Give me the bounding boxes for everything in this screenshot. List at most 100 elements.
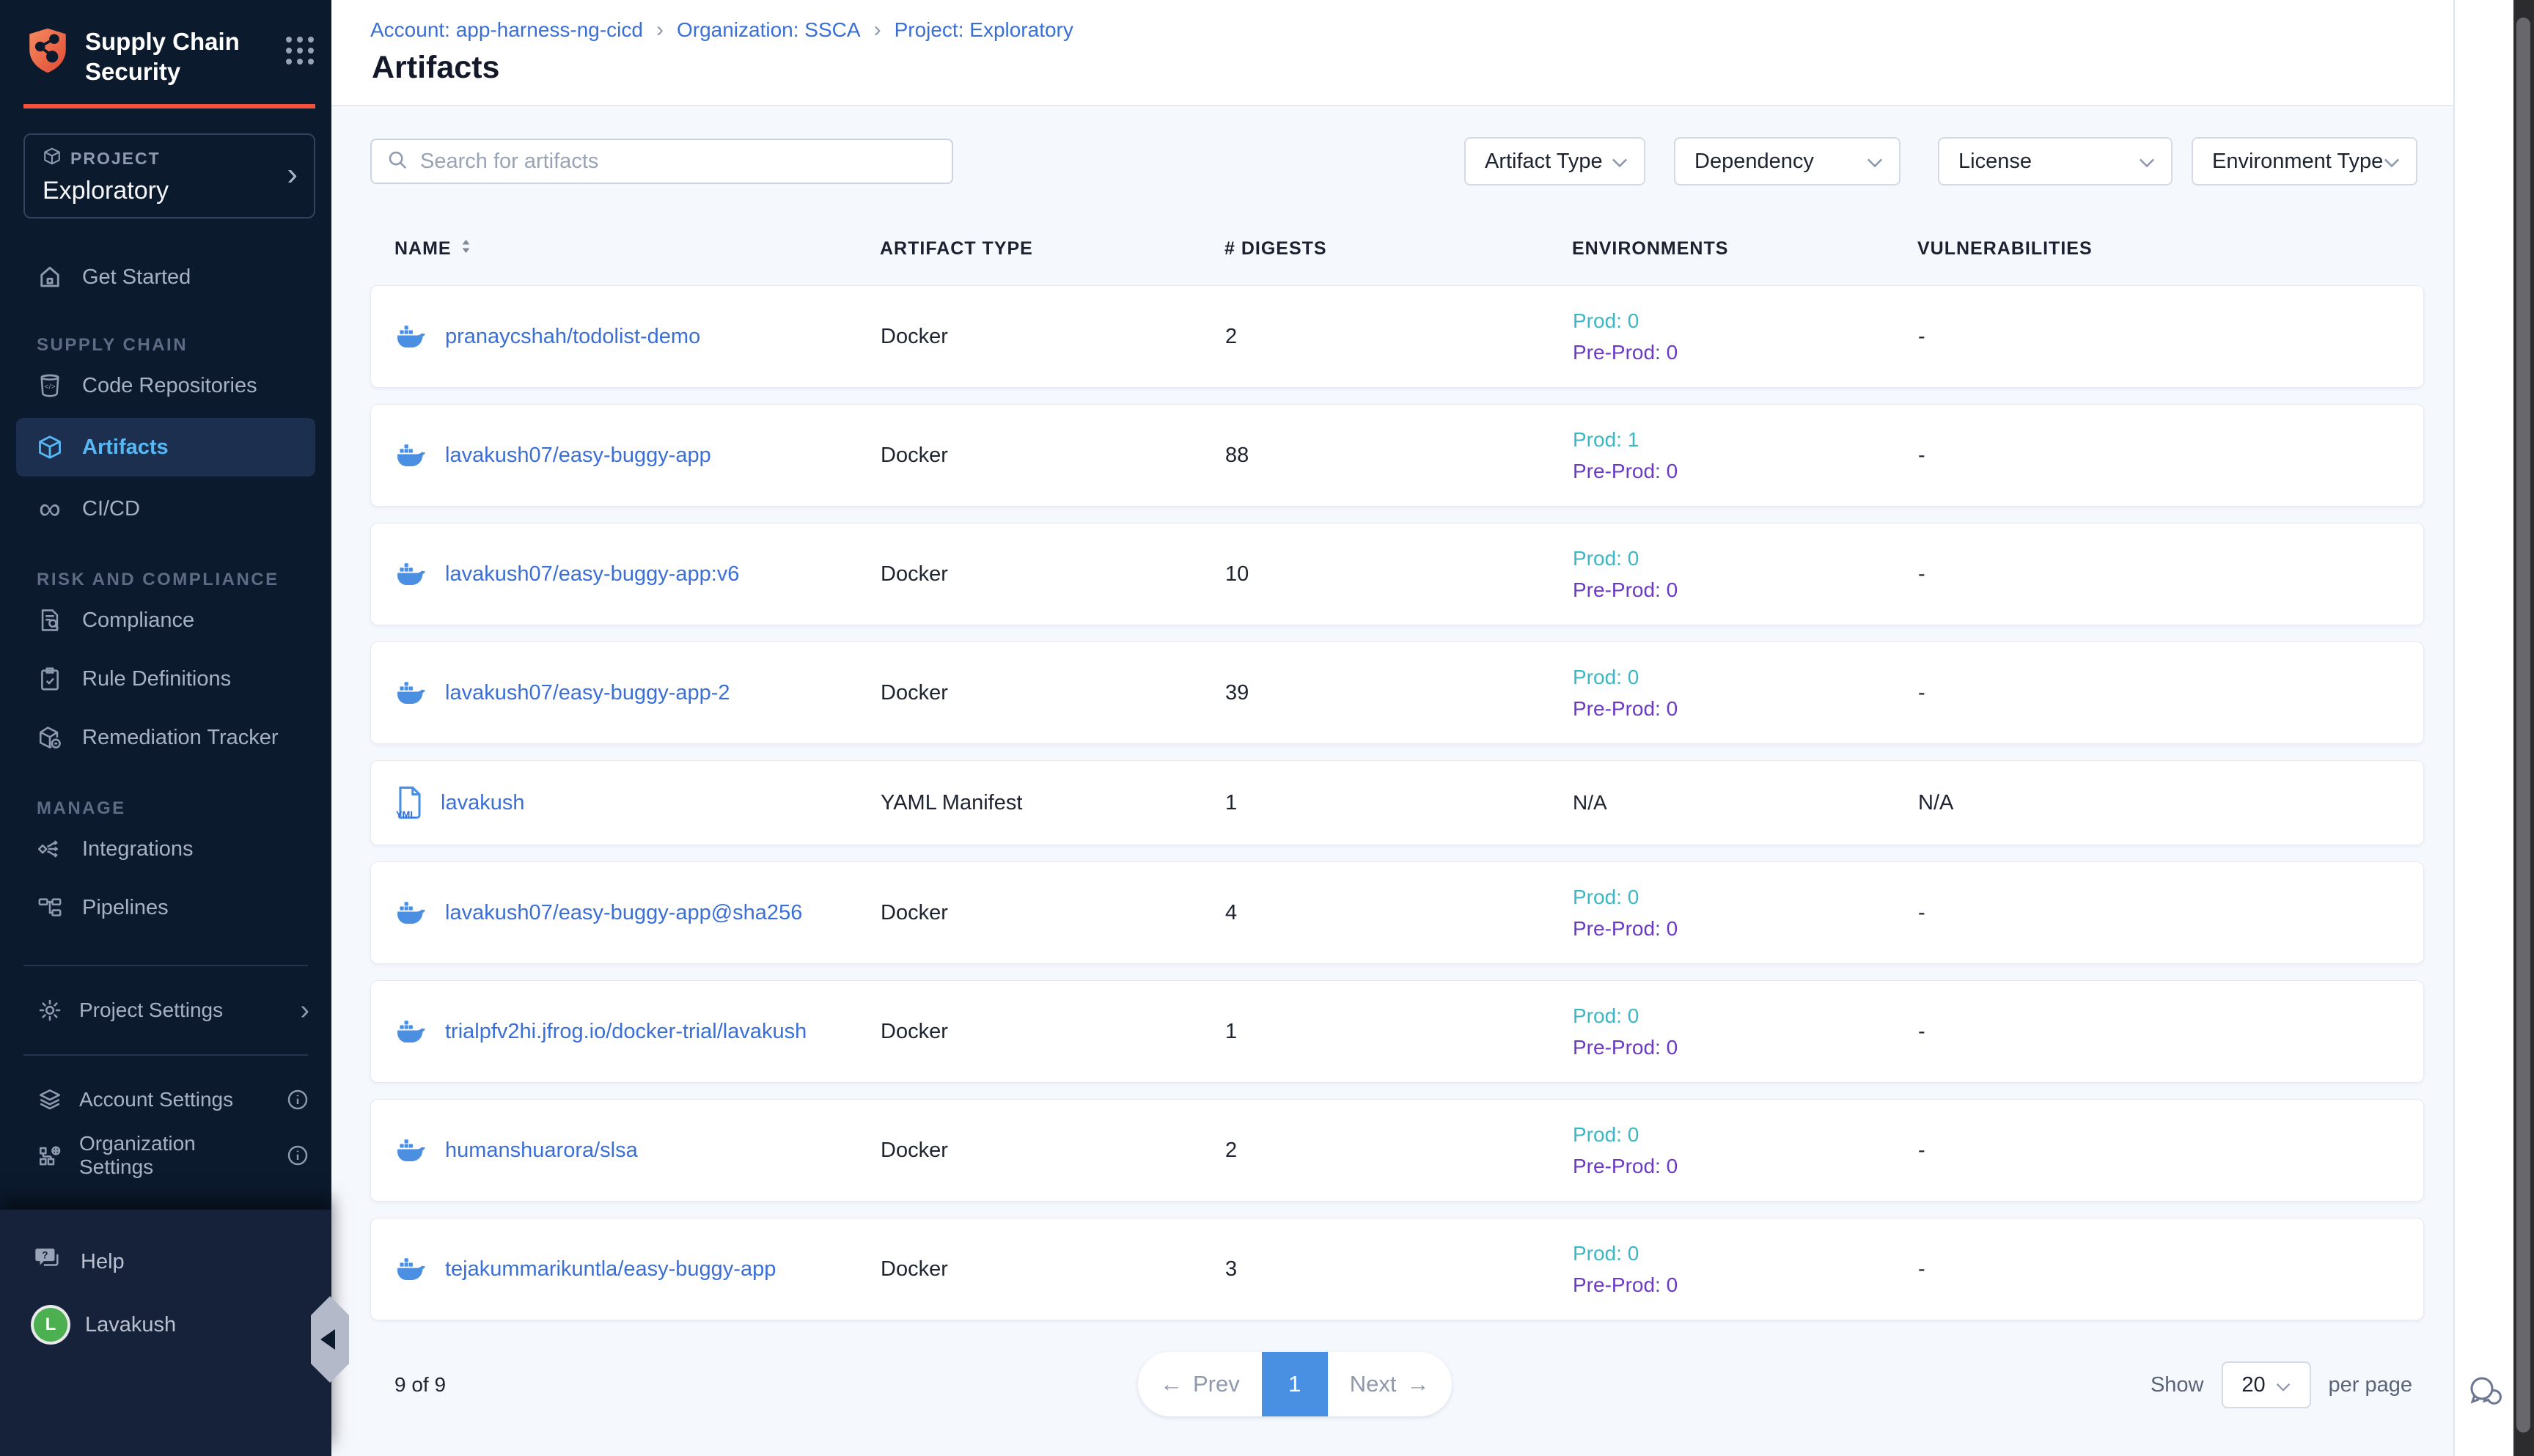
user-name: Lavakush — [85, 1313, 176, 1337]
artifact-name-cell: trialpfv2hi.jfrog.io/docker-trial/lavaku… — [395, 1017, 881, 1046]
docker-icon — [395, 441, 429, 470]
table-header: NAME ARTIFACT TYPE # DIGESTS ENVIRONMENT… — [370, 238, 2424, 260]
per-page-label: per page — [2329, 1373, 2413, 1397]
breadcrumb-project-link[interactable]: Project: Exploratory — [895, 18, 1073, 42]
chat-support-button[interactable] — [2465, 1372, 2503, 1414]
toolbar: Artifact Type Dependency License Environ… — [370, 137, 2424, 185]
environment-prod-count[interactable]: Prod: 0 — [1573, 1242, 1918, 1265]
environment-prod-count[interactable]: Prod: 0 — [1573, 1123, 1918, 1147]
infinity-icon: ∞ — [37, 498, 63, 520]
project-selector[interactable]: PROJECT Exploratory › — [23, 133, 315, 218]
environment-preprod-count[interactable]: Pre-Prod: 0 — [1573, 460, 1918, 483]
artifact-name-link[interactable]: trialpfv2hi.jfrog.io/docker-trial/lavaku… — [445, 1020, 807, 1044]
artifact-name-cell: YMLlavakush — [395, 786, 881, 820]
breadcrumb-account-link[interactable]: Account: app-harness-ng-cicd — [370, 18, 643, 42]
code-repository-icon: </> — [37, 372, 63, 399]
prev-page-button[interactable]: ← Prev — [1138, 1352, 1262, 1416]
sidebar-item-project-settings[interactable]: Project Settings › — [0, 982, 331, 1038]
filter-dependency[interactable]: Dependency — [1674, 137, 1900, 185]
scrollbar-thumb[interactable] — [2516, 18, 2530, 1433]
scrollbar-track[interactable] — [2513, 0, 2534, 1456]
artifact-name-link[interactable]: pranaycshah/todolist-demo — [445, 325, 700, 349]
user-menu[interactable]: L Lavakush — [0, 1293, 331, 1356]
filter-license[interactable]: License — [1938, 137, 2173, 185]
search-icon — [386, 149, 408, 174]
breadcrumb-separator: › — [656, 18, 664, 43]
digests-cell: 2 — [1225, 325, 1573, 349]
environments-cell: Prod: 0 Pre-Prod: 0 — [1573, 1004, 1918, 1059]
sidebar-item-code-repositories[interactable]: </> Code Repositories — [0, 356, 331, 415]
artifact-name-link[interactable]: lavakush07/easy-buggy-app:v6 — [445, 562, 739, 587]
environment-preprod-count[interactable]: Pre-Prod: 0 — [1573, 917, 1918, 941]
environment-prod-count[interactable]: Prod: 1 — [1573, 428, 1918, 452]
environment-preprod-count[interactable]: Pre-Prod: 0 — [1573, 1036, 1918, 1059]
sidebar-item-get-started[interactable]: Get Started — [0, 248, 331, 306]
artifact-name-cell: lavakush07/easy-buggy-app-2 — [395, 678, 881, 707]
vulnerabilities-cell: - — [1918, 325, 2423, 349]
column-header-digests: # DIGESTS — [1224, 238, 1572, 260]
cube-icon — [43, 147, 62, 170]
page-size-select[interactable]: 20 — [2222, 1361, 2311, 1408]
search-input[interactable] — [420, 150, 937, 174]
project-name: Exploratory — [43, 177, 296, 205]
help-button[interactable]: ? Help — [0, 1230, 331, 1293]
breadcrumb-organization-link[interactable]: Organization: SSCA — [677, 18, 861, 42]
environments-cell: Prod: 1 Pre-Prod: 0 — [1573, 428, 1918, 483]
page-title: Artifacts — [372, 50, 499, 86]
table-row: trialpfv2hi.jfrog.io/docker-trial/lavaku… — [370, 980, 2424, 1083]
artifact-name-link[interactable]: lavakush07/easy-buggy-app@sha256 — [445, 901, 802, 925]
filter-artifact-type[interactable]: Artifact Type — [1464, 137, 1645, 185]
environment-preprod-count[interactable]: Pre-Prod: 0 — [1573, 1155, 1918, 1178]
environment-prod-count[interactable]: Prod: 0 — [1573, 547, 1918, 570]
sidebar-item-compliance[interactable]: Compliance — [0, 591, 331, 650]
sidebar-item-integrations[interactable]: Integrations — [0, 820, 331, 878]
sidebar-item-account-settings[interactable]: Account Settings — [0, 1072, 331, 1128]
page-number-button[interactable]: 1 — [1262, 1352, 1328, 1416]
environments-cell: Prod: 0 Pre-Prod: 0 — [1573, 666, 1918, 721]
search-box[interactable] — [370, 139, 953, 184]
remediation-box-icon — [37, 725, 63, 750]
artifact-name-cell: humanshuarora/slsa — [395, 1136, 881, 1165]
artifact-name-link[interactable]: tejakummarikuntla/easy-buggy-app — [445, 1257, 776, 1282]
artifact-name-link[interactable]: humanshuarora/slsa — [445, 1139, 638, 1163]
environment-preprod-count[interactable]: Pre-Prod: 0 — [1573, 578, 1918, 602]
environment-preprod-count[interactable]: Pre-Prod: 0 — [1573, 697, 1918, 721]
digests-cell: 10 — [1225, 562, 1573, 587]
artifact-name-link[interactable]: lavakush07/easy-buggy-app — [445, 444, 711, 468]
artifact-type-cell: Docker — [881, 681, 1225, 705]
project-selector-label: PROJECT — [43, 147, 296, 170]
sidebar-item-rule-definitions[interactable]: Rule Definitions — [0, 650, 331, 708]
sidebar-item-cicd[interactable]: ∞ CI/CD — [0, 479, 331, 538]
pipelines-icon — [37, 895, 63, 920]
artifact-name-link[interactable]: lavakush — [441, 791, 524, 815]
environment-preprod-count[interactable]: Pre-Prod: 0 — [1573, 1273, 1918, 1297]
environment-prod-count[interactable]: Prod: 0 — [1573, 666, 1918, 689]
column-header-environments: ENVIRONMENTS — [1572, 238, 1917, 260]
sidebar-item-artifacts[interactable]: Artifacts — [16, 418, 315, 477]
artifact-name-cell: pranaycshah/todolist-demo — [395, 322, 881, 351]
arrow-right-icon: → — [1407, 1371, 1430, 1397]
environment-prod-count[interactable]: Prod: 0 — [1573, 309, 1918, 333]
environment-preprod-count[interactable]: Pre-Prod: 0 — [1573, 341, 1918, 364]
per-page-control: Show 20 per page — [2151, 1361, 2412, 1408]
environment-prod-count[interactable]: Prod: 0 — [1573, 1004, 1918, 1028]
sidebar-item-remediation-tracker[interactable]: Remediation Tracker — [0, 708, 331, 767]
docker-icon — [395, 1254, 429, 1284]
help-chat-icon: ? — [34, 1244, 63, 1279]
page-header: Account: app-harness-ng-cicd › Organizat… — [331, 0, 2453, 106]
org-chart-icon — [37, 1143, 63, 1168]
sidebar-nav: Get Started SUPPLY CHAIN </> Code Reposi… — [0, 248, 331, 937]
docker-icon — [395, 559, 429, 589]
module-grid-icon[interactable] — [286, 37, 314, 65]
home-icon — [37, 264, 63, 290]
filter-environment-type[interactable]: Environment Type — [2192, 137, 2417, 185]
vulnerabilities-cell: - — [1918, 562, 2423, 587]
column-header-name[interactable]: NAME — [394, 238, 880, 260]
artifact-name-link[interactable]: lavakush07/easy-buggy-app-2 — [445, 681, 730, 705]
next-page-button[interactable]: Next → — [1328, 1352, 1452, 1416]
artifact-cube-icon — [37, 434, 63, 460]
gear-icon — [37, 998, 63, 1023]
sidebar-item-pipelines[interactable]: Pipelines — [0, 878, 331, 937]
environment-prod-count[interactable]: Prod: 0 — [1573, 886, 1918, 909]
sidebar-item-organization-settings[interactable]: Organization Settings — [0, 1128, 331, 1183]
